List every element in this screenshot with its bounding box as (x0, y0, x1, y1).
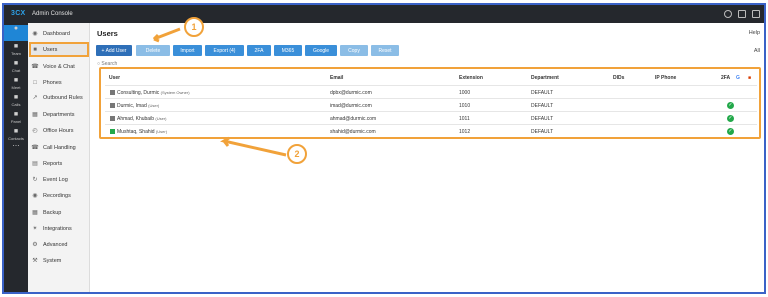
annotation-arrows (152, 27, 287, 157)
annotation-badge-1: 1 (184, 17, 204, 37)
arrow-1 (152, 27, 181, 43)
arrow-2 (220, 136, 287, 157)
app-window: 3CX Admin Console ● ■ Team ■ Chat ■ Meet ■ C… (2, 3, 766, 294)
annotation-badge-2: 2 (287, 144, 307, 164)
